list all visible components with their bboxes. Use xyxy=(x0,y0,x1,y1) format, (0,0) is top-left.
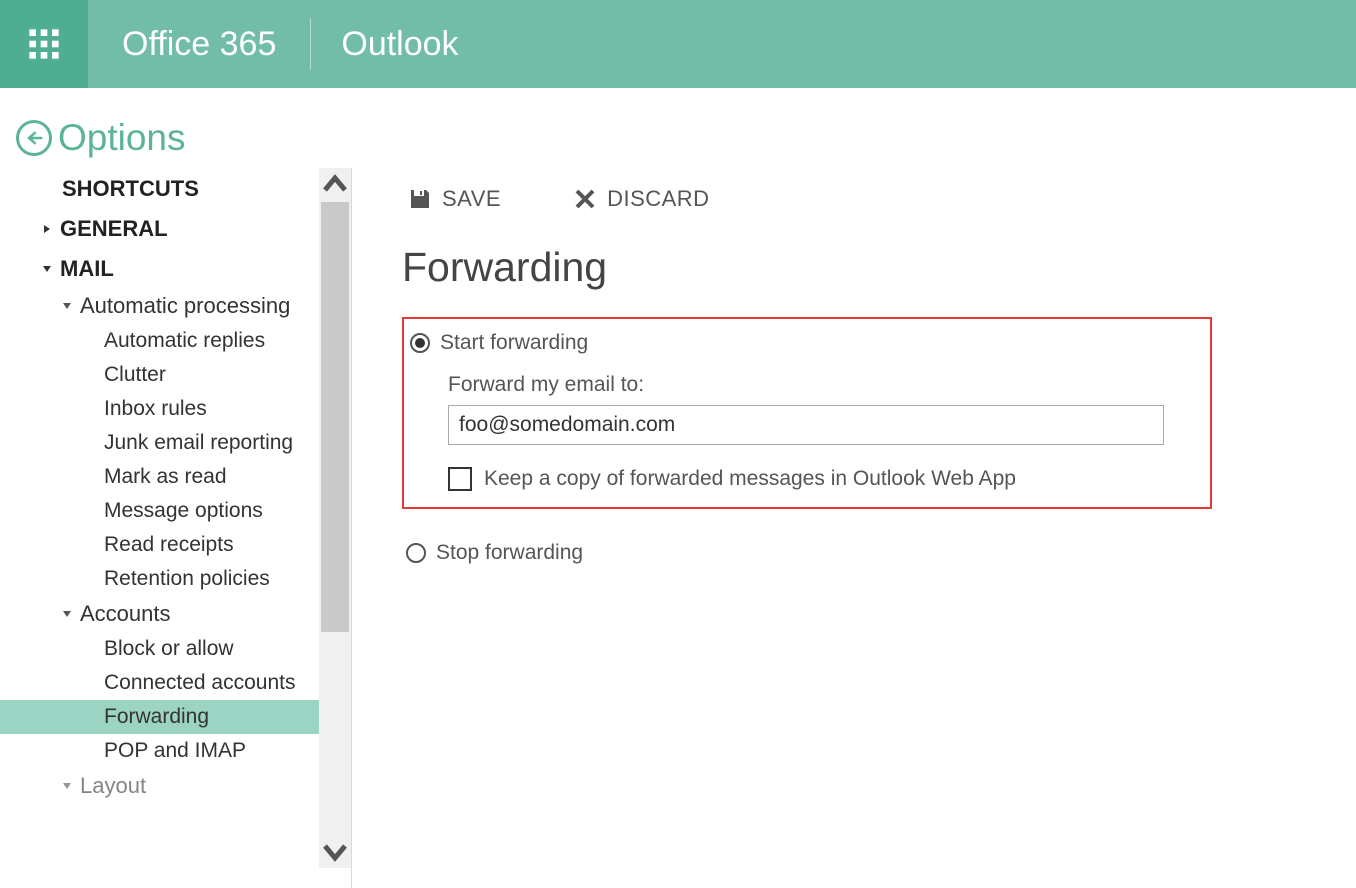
sidebar-item-pop-and-imap[interactable]: POP and IMAP xyxy=(0,734,320,768)
scroll-thumb[interactable] xyxy=(321,202,349,632)
forward-to-block: Forward my email to: xyxy=(448,373,1192,445)
chevron-down-icon xyxy=(319,836,351,868)
arrow-left-icon xyxy=(24,128,44,148)
save-button[interactable]: SAVE xyxy=(408,186,501,212)
stop-forwarding-radio-row[interactable]: Stop forwarding xyxy=(406,541,1356,565)
sidebar: SHORTCUTS GENERAL MAIL Automatic process… xyxy=(0,168,320,868)
sidebar-item-connected-accounts[interactable]: Connected accounts xyxy=(0,666,320,700)
sidebar-item-clutter[interactable]: Clutter xyxy=(0,358,320,392)
caret-right-icon xyxy=(40,224,54,234)
sidebar-auto-processing-label: Automatic processing xyxy=(80,293,290,319)
sidebar-item-inbox-rules[interactable]: Inbox rules xyxy=(0,392,320,426)
forward-to-label: Forward my email to: xyxy=(448,373,1192,397)
stop-forwarding-radio[interactable] xyxy=(406,543,426,563)
chevron-up-icon xyxy=(319,168,351,200)
start-forwarding-label: Start forwarding xyxy=(440,331,588,355)
sidebar-layout[interactable]: Layout xyxy=(0,768,320,804)
sidebar-accounts[interactable]: Accounts xyxy=(0,596,320,632)
save-icon xyxy=(408,187,432,211)
suite-title[interactable]: Office 365 xyxy=(88,0,310,88)
close-icon xyxy=(573,187,597,211)
sidebar-item-read-receipts[interactable]: Read receipts xyxy=(0,528,320,562)
sidebar-scrollbar[interactable] xyxy=(319,168,351,868)
caret-down-icon xyxy=(40,264,54,274)
sidebar-item-forwarding[interactable]: Forwarding xyxy=(0,700,320,734)
sidebar-shortcuts[interactable]: SHORTCUTS xyxy=(0,168,320,208)
options-header: Options xyxy=(0,88,1356,168)
sidebar-auto-processing[interactable]: Automatic processing xyxy=(0,288,320,324)
sidebar-container: SHORTCUTS GENERAL MAIL Automatic process… xyxy=(0,168,352,888)
highlight-annotation: Start forwarding Forward my email to: Ke… xyxy=(402,317,1212,509)
sidebar-item-message-options[interactable]: Message options xyxy=(0,494,320,528)
waffle-icon xyxy=(28,28,60,60)
sidebar-mail[interactable]: MAIL xyxy=(0,248,320,288)
start-forwarding-radio-row[interactable]: Start forwarding xyxy=(410,331,1192,355)
sidebar-accounts-label: Accounts xyxy=(80,601,171,627)
sidebar-item-block-or-allow[interactable]: Block or allow xyxy=(0,632,320,666)
sidebar-mail-label: MAIL xyxy=(60,256,114,282)
sidebar-item-automatic-replies[interactable]: Automatic replies xyxy=(0,324,320,358)
keep-copy-row[interactable]: Keep a copy of forwarded messages in Out… xyxy=(448,467,1192,491)
app-title[interactable]: Outlook xyxy=(311,0,488,88)
start-forwarding-radio[interactable] xyxy=(410,333,430,353)
page-title: Forwarding xyxy=(402,244,1356,291)
caret-down-icon xyxy=(60,301,74,311)
content-panel: SAVE DISCARD Forwarding Start forwarding… xyxy=(352,168,1356,888)
sidebar-item-retention-policies[interactable]: Retention policies xyxy=(0,562,320,596)
sidebar-item-junk-email-reporting[interactable]: Junk email reporting xyxy=(0,426,320,460)
main-layout: SHORTCUTS GENERAL MAIL Automatic process… xyxy=(0,168,1356,888)
save-label: SAVE xyxy=(442,186,501,212)
discard-label: DISCARD xyxy=(607,186,710,212)
sidebar-general-label: GENERAL xyxy=(60,216,168,242)
keep-copy-checkbox[interactable] xyxy=(448,467,472,491)
stop-forwarding-label: Stop forwarding xyxy=(436,541,583,565)
sidebar-general[interactable]: GENERAL xyxy=(0,208,320,248)
app-launcher-button[interactable] xyxy=(0,0,88,88)
back-button[interactable] xyxy=(16,120,52,156)
options-title: Options xyxy=(58,117,186,159)
sidebar-layout-label: Layout xyxy=(80,773,146,799)
forward-to-input[interactable] xyxy=(448,405,1164,445)
scroll-up-button[interactable] xyxy=(319,168,351,200)
toolbar: SAVE DISCARD xyxy=(408,186,1356,212)
global-header: Office 365 Outlook xyxy=(0,0,1356,88)
caret-down-icon xyxy=(60,781,74,791)
scroll-down-button[interactable] xyxy=(319,836,351,868)
caret-down-icon xyxy=(60,609,74,619)
keep-copy-label: Keep a copy of forwarded messages in Out… xyxy=(484,467,1016,491)
sidebar-item-mark-as-read[interactable]: Mark as read xyxy=(0,460,320,494)
discard-button[interactable]: DISCARD xyxy=(573,186,710,212)
